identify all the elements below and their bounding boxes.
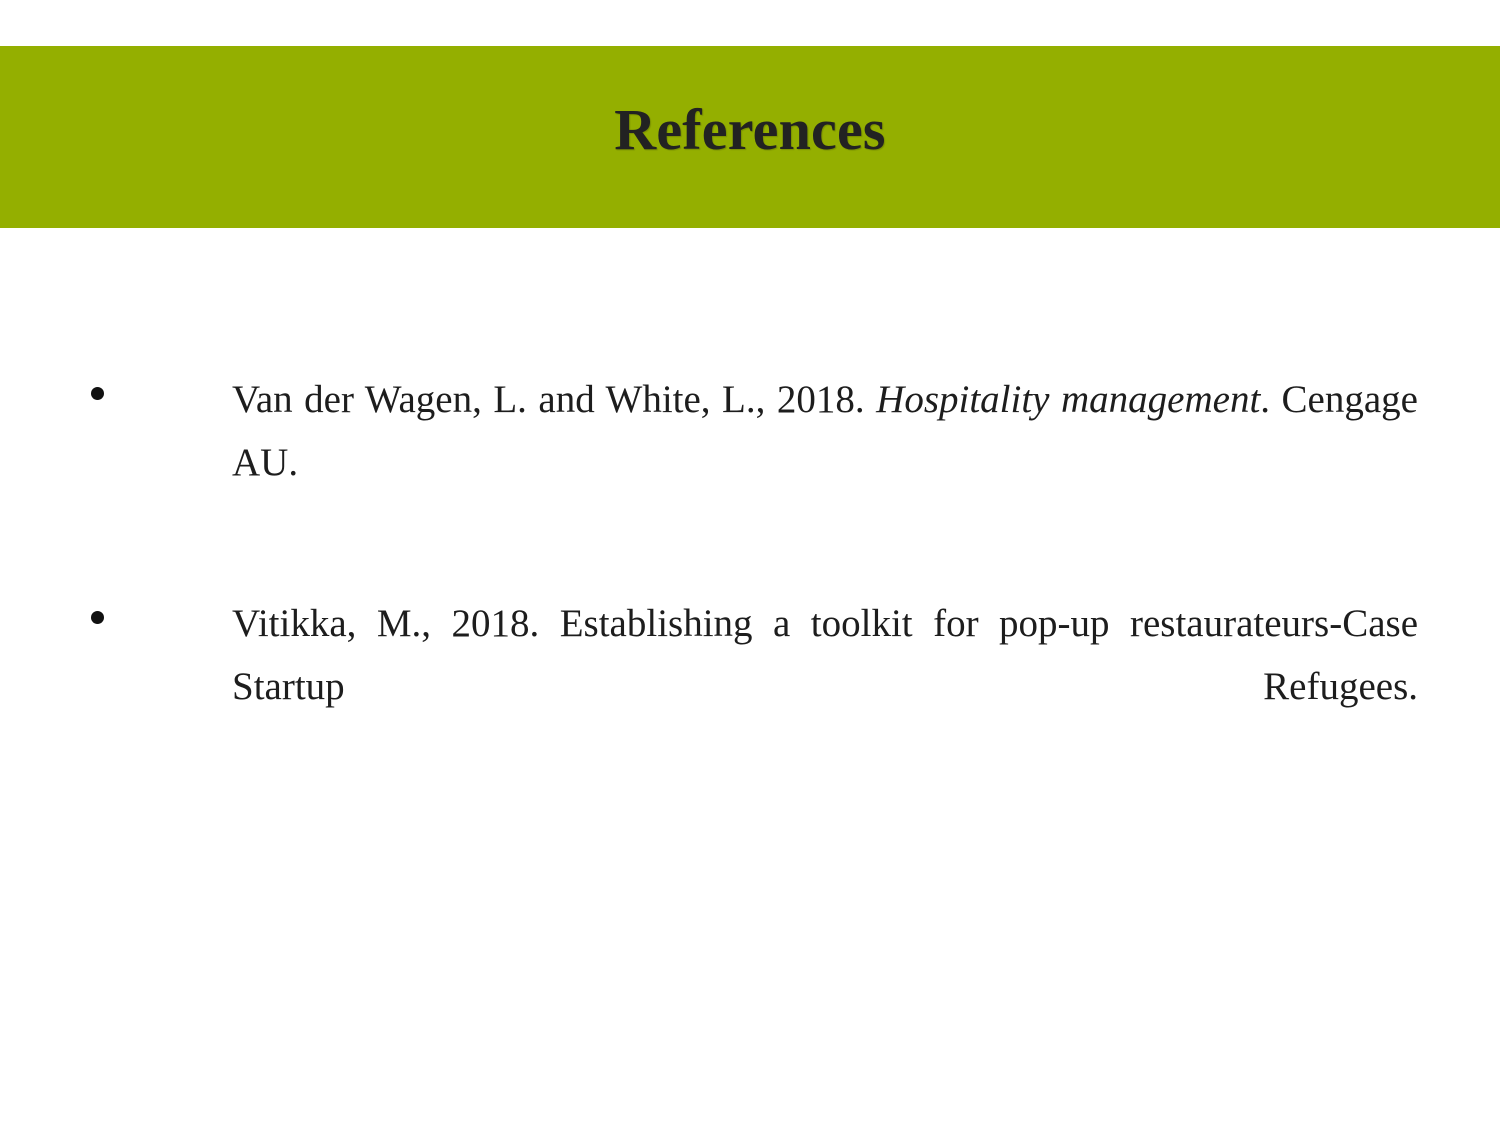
page-title: References (614, 97, 886, 162)
reference-text: Van der Wagen, L. and White, L., 2018. H… (232, 368, 1418, 558)
list-item: Van der Wagen, L. and White, L., 2018. H… (78, 368, 1418, 558)
references-list: Van der Wagen, L. and White, L., 2018. H… (78, 368, 1418, 781)
reference-author-year: Vitikka, M., 2018. (232, 601, 560, 645)
list-item: Vitikka, M., 2018. Establishing a toolki… (78, 592, 1418, 782)
title-band: References (0, 46, 1500, 228)
reference-title-italic: Hospitality management (876, 378, 1261, 421)
slide-canvas: References Van der Wagen, L. and White, … (0, 0, 1500, 1125)
reference-author-year: Van der Wagen, L. and White, L., 2018. (232, 378, 877, 421)
reference-text: Vitikka, M., 2018. Establishing a toolki… (232, 592, 1418, 782)
footer-decoration: fppt.com (0, 1030, 1500, 1125)
slide-body: Van der Wagen, L. and White, L., 2018. H… (0, 228, 1500, 1028)
bullet-icon (91, 387, 104, 400)
bullet-icon (91, 610, 104, 624)
